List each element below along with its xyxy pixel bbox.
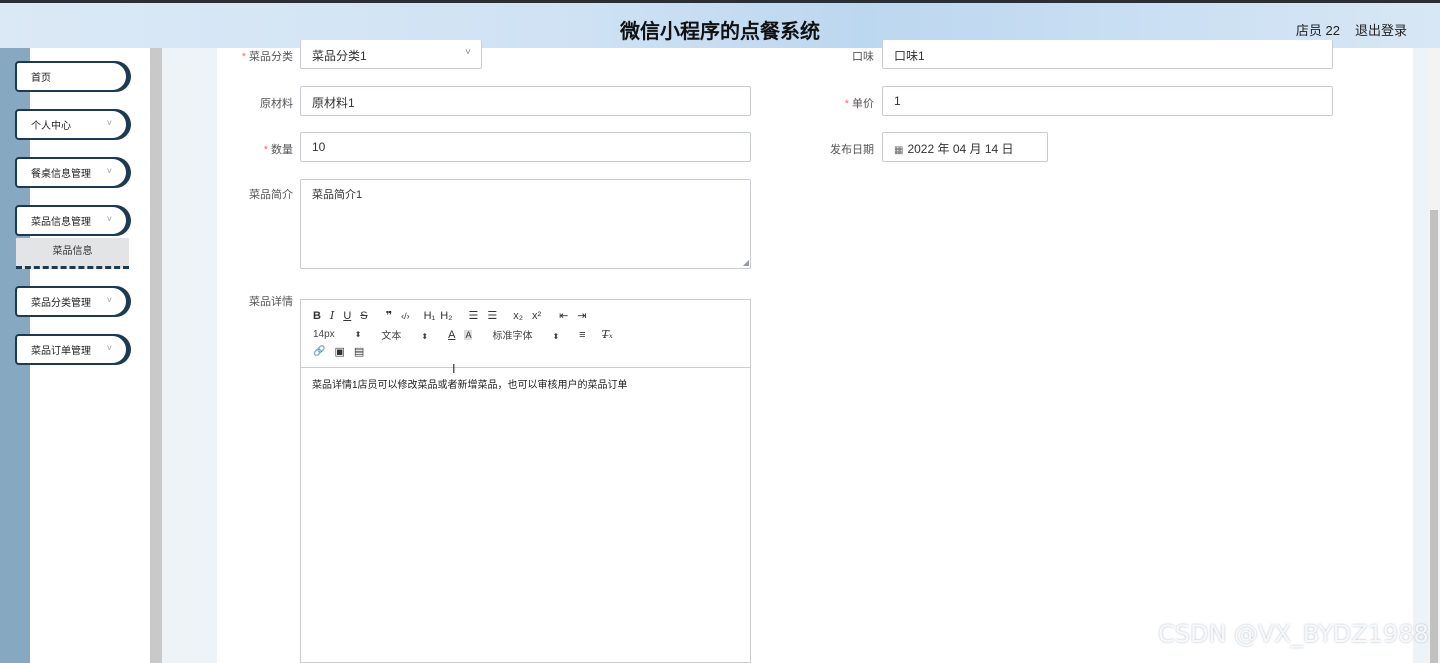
indent-icon[interactable]: ⇥ <box>577 309 586 322</box>
underline-icon[interactable]: U <box>343 310 351 322</box>
publish-date-label: 发布日期 <box>830 144 874 156</box>
font-size-select[interactable]: 14px ⬍ <box>313 329 361 340</box>
ordered-list-icon[interactable]: ☰ <box>468 309 478 322</box>
bullet-list-icon[interactable]: ☰ <box>487 309 497 322</box>
sidebar-item-personal-center[interactable]: 个人中心 ˅ <box>15 109 128 140</box>
sidebar-item-category-management[interactable]: 菜品分类管理 ˅ <box>15 286 128 317</box>
sidebar-item-dish-management[interactable]: 菜品信息管理 ˅ <box>15 205 128 236</box>
logout-button[interactable]: 退出登录 <box>1355 20 1407 39</box>
sidebar-item-order-management[interactable]: 菜品订单管理 ˅ <box>15 334 128 365</box>
sidebar-item-label: 菜品分类管理 <box>31 298 91 309</box>
sidebar-item-label: 菜品信息管理 <box>31 217 91 228</box>
taste-input[interactable]: 口味1 <box>882 40 1333 69</box>
intro-label: 菜品简介 <box>249 189 293 201</box>
sidebar-item-table-management[interactable]: 餐桌信息管理 ˅ <box>15 157 128 188</box>
resize-handle-icon[interactable]: ◢ <box>743 258 749 267</box>
submenu-dish-info[interactable]: 菜品信息 <box>16 238 129 269</box>
text-cursor-icon: I <box>452 361 456 376</box>
sidebar-item-label: 菜品订单管理 <box>31 346 91 357</box>
detail-label: 菜品详情 <box>249 296 293 308</box>
sidebar-item-label: 餐桌信息管理 <box>31 169 91 180</box>
subscript-icon[interactable]: x₂ <box>513 310 523 322</box>
video-icon[interactable]: ▤ <box>354 345 364 358</box>
price-input[interactable]: 1 <box>882 86 1333 116</box>
price-label: * 单价 <box>844 98 874 110</box>
chevron-down-icon: ˅ <box>106 166 112 176</box>
blockquote-icon[interactable]: ❞ <box>386 309 392 322</box>
clear-format-icon[interactable]: T̶ₓ <box>602 328 613 341</box>
rich-text-editor: B I U S ❞ ‹/› H₁ H₂ ☰ ☰ x₂ x² ⇤ ⇥ 14px ⬍ … <box>300 299 751 663</box>
category-label: * 菜品分类 <box>241 51 293 63</box>
align-icon[interactable]: ≡ <box>579 329 585 341</box>
code-block-icon[interactable]: ‹/› <box>401 311 410 321</box>
material-input[interactable]: 原材料1 <box>300 86 751 116</box>
material-label: 原材料 <box>260 98 293 110</box>
current-user: 店员 22 <box>1295 23 1340 38</box>
outdent-icon[interactable]: ⇤ <box>559 309 568 322</box>
strikethrough-icon[interactable]: S <box>360 310 367 322</box>
sidebar-item-label: 首页 <box>31 73 51 84</box>
text-type-select[interactable]: 文本 ⬍ <box>381 327 428 342</box>
quantity-input[interactable]: 10 <box>300 132 751 162</box>
font-family-select[interactable]: 标准字体 ⬍ <box>492 327 559 342</box>
taste-label: 口味 <box>852 51 874 63</box>
chevron-down-icon: ˅ <box>106 295 112 305</box>
sidebar-item-label: 个人中心 <box>31 121 71 132</box>
chevron-down-icon: ˅ <box>465 47 471 58</box>
italic-icon[interactable]: I <box>330 309 334 322</box>
superscript-icon[interactable]: x² <box>532 310 541 322</box>
heading2-icon[interactable]: H₂ <box>440 310 452 322</box>
editor-toolbar: B I U S ❞ ‹/› H₁ H₂ ☰ ☰ x₂ x² ⇤ ⇥ 14px ⬍ … <box>301 300 750 368</box>
background-color-icon[interactable]: A <box>464 329 473 340</box>
font-color-icon[interactable]: A <box>448 329 455 341</box>
link-icon[interactable]: 🔗 <box>313 346 325 357</box>
chevron-down-icon: ˅ <box>106 214 112 224</box>
chevron-down-icon: ˅ <box>106 343 112 353</box>
calendar-icon: ▦ <box>894 145 904 156</box>
bold-icon[interactable]: B <box>313 310 321 322</box>
publish-date-picker[interactable]: ▦ 2022 年 04 月 14 日 <box>882 132 1048 162</box>
quantity-label: * 数量 <box>263 144 293 156</box>
image-icon[interactable]: ▣ <box>334 345 344 358</box>
watermark: CSDN @VX_BYDZ1988 <box>1158 620 1429 648</box>
heading1-icon[interactable]: H₁ <box>424 310 436 322</box>
sidebar: 首页 个人中心 ˅ 餐桌信息管理 ˅ 菜品信息管理 ˅ 菜品信息 菜品分类管理 … <box>0 48 162 663</box>
category-select[interactable]: 菜品分类1 ˅ <box>300 40 482 69</box>
scrollbar-thumb[interactable] <box>1430 210 1438 663</box>
intro-textarea[interactable]: 菜品简介1 ◢ <box>300 179 751 269</box>
chevron-down-icon: ˅ <box>106 118 112 128</box>
sidebar-item-home[interactable]: 首页 <box>15 61 128 92</box>
editor-content[interactable]: 菜品详情1店员可以修改菜品或者新增菜品，也可以审核用户的菜品订单 <box>301 368 750 399</box>
